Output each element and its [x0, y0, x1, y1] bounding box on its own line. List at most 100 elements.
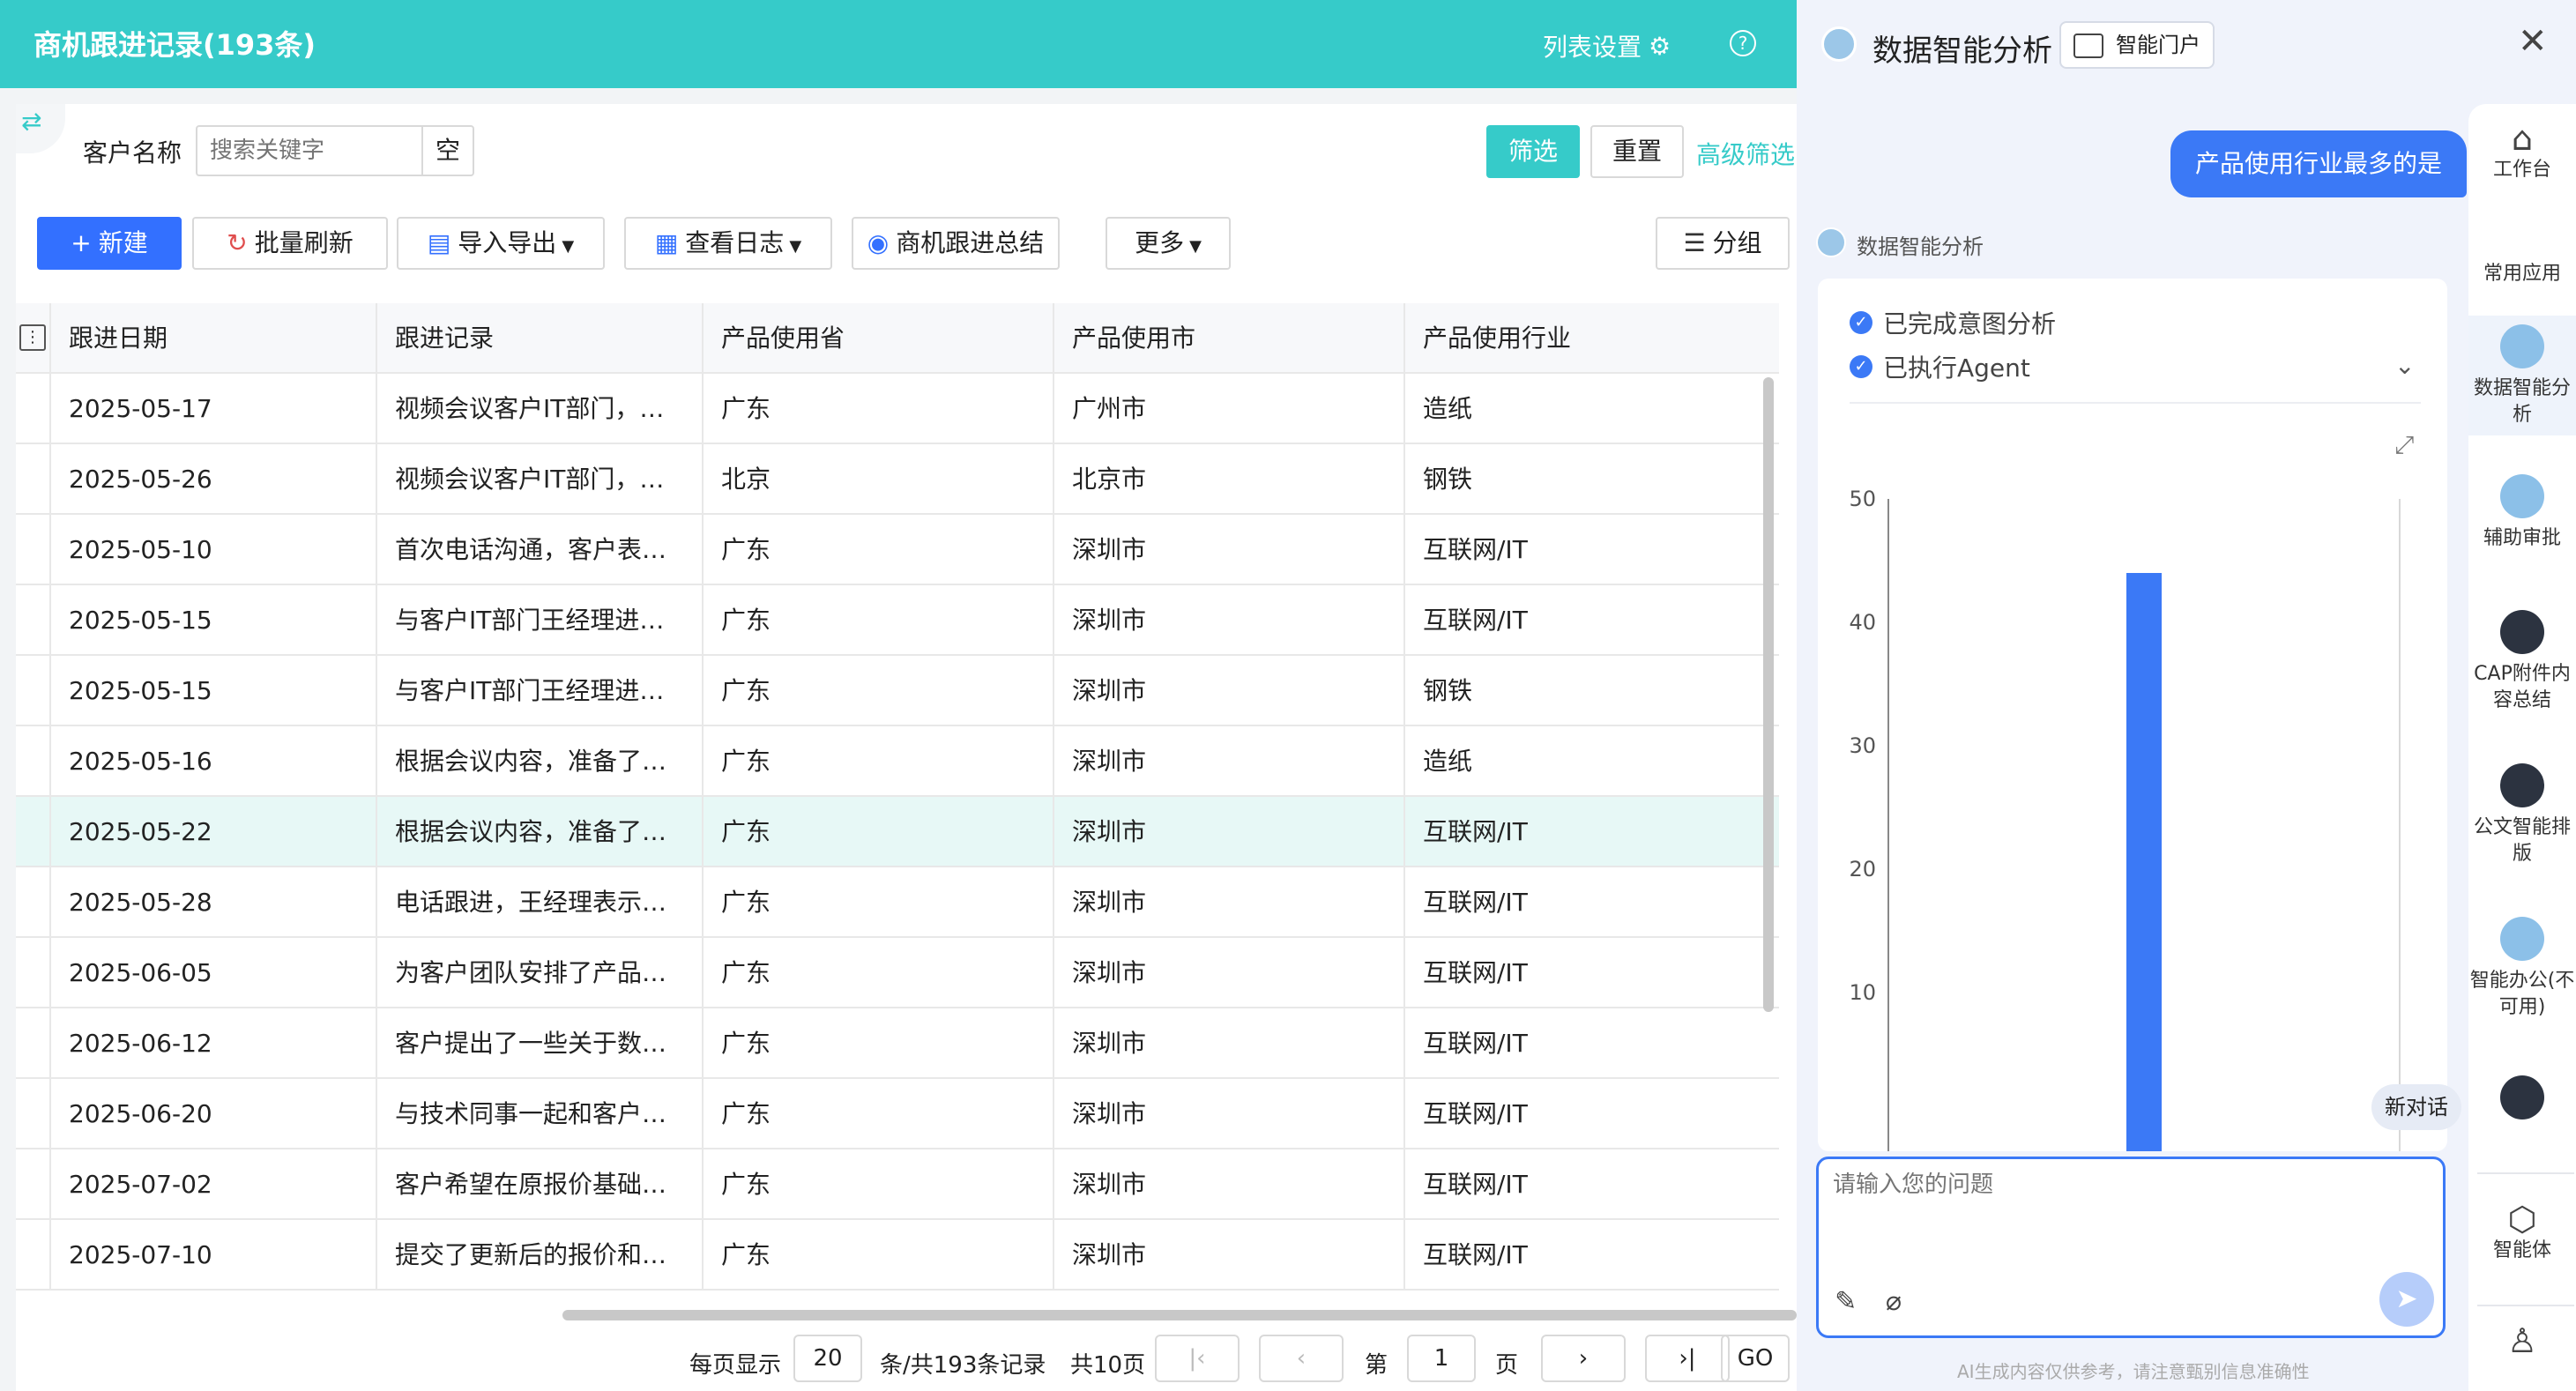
- advanced-filter-link[interactable]: 高级筛选: [1696, 136, 1795, 171]
- approval-avatar-icon: [2500, 474, 2544, 518]
- row-gutter: [16, 1008, 51, 1079]
- switch-icon[interactable]: ⇄: [16, 104, 65, 153]
- vertical-scrollbar[interactable]: [1763, 377, 1774, 1012]
- table-cell: 广东: [704, 515, 1054, 585]
- row-gutter: [16, 1220, 51, 1291]
- table-row[interactable]: 2025-05-16 根据会议内容，准备了… 广东 深圳市 造纸: [16, 726, 1779, 797]
- table-row[interactable]: 2025-05-10 首次电话沟通，客户表… 广东 深圳市 互联网/IT: [16, 515, 1779, 585]
- empty-toggle[interactable]: 空: [421, 125, 474, 176]
- column-settings-icon[interactable]: ⋮: [19, 324, 46, 351]
- bar[interactable]: [2126, 573, 2162, 1151]
- new-button[interactable]: + 新建: [37, 217, 182, 270]
- column-header[interactable]: 产品使用行业: [1405, 303, 1779, 374]
- table-cell: 互联网/IT: [1423, 888, 1528, 917]
- rail-assist-approval[interactable]: 辅助审批: [2468, 474, 2576, 552]
- total-pages-label: 共10页: [1070, 1352, 1146, 1379]
- table-cell: 根据会议内容，准备了…: [377, 797, 704, 867]
- more-button[interactable]: 更多 ▼: [1106, 217, 1231, 270]
- rail-agent[interactable]: ⬡ 智能体: [2468, 1202, 2576, 1264]
- bot-avatar: [1816, 227, 1846, 257]
- import-export-button[interactable]: ▤ 导入导出 ▼: [397, 217, 605, 270]
- table-row[interactable]: 2025-05-22 根据会议内容，准备了… 广东 深圳市 互联网/IT: [16, 797, 1779, 867]
- table-row[interactable]: 2025-06-20 与技术同事一起和客户… 广东 深圳市 互联网/IT: [16, 1079, 1779, 1149]
- row-gutter: [16, 1079, 51, 1149]
- app-rail: ⌂ 工作台 常用应用 数据智能分析 辅助审批 CAP附件内容总结 公文智能排版: [2468, 104, 2576, 1391]
- row-gutter: [16, 374, 51, 444]
- rail-user[interactable]: ♙: [2468, 1321, 2576, 1360]
- horizontal-scrollbar[interactable]: [562, 1310, 1797, 1320]
- table-cell: 深圳市: [1054, 585, 1405, 656]
- magic-wand-icon[interactable]: ✎: [1835, 1286, 1857, 1317]
- column-header[interactable]: 产品使用市: [1054, 303, 1405, 374]
- portal-button[interactable]: 智能门户: [2059, 21, 2215, 69]
- table-cell: 客户希望在原报价基础…: [377, 1149, 704, 1220]
- table-cell: 广东: [704, 938, 1054, 1008]
- prev-page-button[interactable]: ‹: [1259, 1335, 1344, 1382]
- table-row[interactable]: 2025-05-15 与客户IT部门王经理进… 广东 深圳市 互联网/IT: [16, 585, 1779, 656]
- rail-more-app[interactable]: [2468, 1075, 2576, 1127]
- column-header[interactable]: 跟进日期: [51, 303, 377, 374]
- next-page-button[interactable]: ›: [1541, 1335, 1626, 1382]
- user-message: 产品使用行业最多的是: [2170, 130, 2467, 197]
- table-row[interactable]: 2025-05-26 视频会议客户IT部门，… 北京 北京市 钢铁: [16, 444, 1779, 515]
- rail-data-analysis[interactable]: 数据智能分析: [2468, 316, 2576, 435]
- menu-icon: ☰: [1683, 228, 1706, 257]
- table-row[interactable]: 2025-07-02 客户希望在原报价基础… 广东 深圳市 互联网/IT: [16, 1149, 1779, 1220]
- rail-cap-summary-label: CAP附件内容总结: [2474, 663, 2571, 711]
- chevron-down-icon[interactable]: ⌄: [2394, 351, 2415, 380]
- table-cell: 视频会议客户IT部门，…: [377, 444, 704, 515]
- per-page-input[interactable]: 20: [793, 1335, 862, 1382]
- rail-cap-summary[interactable]: CAP附件内容总结: [2468, 610, 2576, 714]
- caret-down-icon: ▼: [1189, 237, 1202, 256]
- last-page-button[interactable]: ›|: [1645, 1335, 1730, 1382]
- table-row[interactable]: 2025-07-10 提交了更新后的报价和… 广东 深圳市 互联网/IT: [16, 1220, 1779, 1291]
- table-row[interactable]: 2025-05-15 与客户IT部门王经理进… 广东 深圳市 钢铁: [16, 656, 1779, 726]
- y-tick-label: 10: [1849, 980, 1876, 1005]
- table-cell: 北京: [704, 444, 1054, 515]
- row-gutter: [16, 1149, 51, 1220]
- expand-icon[interactable]: ⤢: [2394, 430, 2414, 460]
- help-icon[interactable]: ?: [1730, 30, 1756, 56]
- filter-button[interactable]: 筛选: [1486, 125, 1580, 178]
- column-header[interactable]: 跟进记录: [377, 303, 704, 374]
- search-input[interactable]: [196, 125, 423, 176]
- table-cell: 广东: [704, 1149, 1054, 1220]
- close-icon[interactable]: ✕: [2518, 21, 2548, 62]
- reset-button[interactable]: 重置: [1590, 125, 1684, 178]
- column-header[interactable]: 产品使用省: [704, 303, 1054, 374]
- batch-refresh-button[interactable]: ↻ 批量刷新: [192, 217, 388, 270]
- table-row[interactable]: 2025-05-17 视频会议客户IT部门，… 广东 广州市 造纸: [16, 374, 1779, 444]
- go-button[interactable]: GO: [1721, 1335, 1790, 1382]
- portal-label: 智能门户: [2116, 33, 2200, 57]
- plus-icon: +: [71, 228, 92, 257]
- new-chat-button[interactable]: 新对话: [2371, 1084, 2461, 1130]
- table-cell: 互联网/IT: [1423, 1099, 1528, 1128]
- page-input[interactable]: 1: [1407, 1335, 1476, 1382]
- group-button[interactable]: ☰ 分组: [1656, 217, 1790, 270]
- table-cell: 钢铁: [1423, 465, 1473, 494]
- summary-button[interactable]: ◉ 商机跟进总结: [852, 217, 1060, 270]
- divider: [1850, 402, 2421, 404]
- table-row[interactable]: 2025-06-05 为客户团队安排了产品… 广东 深圳市 互联网/IT: [16, 938, 1779, 1008]
- rail-doc-layout[interactable]: 公文智能排版: [2468, 763, 2576, 867]
- page-title: 商机跟进记录(193条): [34, 28, 316, 62]
- cap-avatar-icon: [2500, 610, 2544, 654]
- new-label: 新建: [98, 228, 148, 257]
- send-button[interactable]: ➤: [2379, 1272, 2434, 1327]
- list-settings-button[interactable]: 列表设置 ⚙: [1543, 28, 1671, 63]
- attachment-icon[interactable]: ⌀: [1886, 1286, 1902, 1317]
- app-root: 商机跟进记录(193条) 列表设置 ⚙ ? ⇄ 客户名称 空 筛选 重置 高级筛…: [0, 0, 2576, 1391]
- question-input[interactable]: [1833, 1172, 2362, 1198]
- rail-workbench[interactable]: ⌂ 工作台: [2468, 122, 2576, 183]
- table-row[interactable]: 2025-05-28 电话跟进，王经理表示… 广东 深圳市 互联网/IT: [16, 867, 1779, 938]
- more-label: 更多: [1135, 228, 1185, 257]
- row-gutter: [16, 938, 51, 1008]
- table-cell: 深圳市: [1054, 1149, 1405, 1220]
- table-cell: 互联网/IT: [1423, 1240, 1528, 1269]
- user-icon: ♙: [2506, 1321, 2538, 1360]
- view-log-button[interactable]: ▦ 查看日志 ▼: [624, 217, 832, 270]
- table-row[interactable]: 2025-06-12 客户提出了一些关于数… 广东 深圳市 互联网/IT: [16, 1008, 1779, 1079]
- bot-name: 数据智能分析: [1857, 234, 1984, 259]
- first-page-button[interactable]: |‹: [1155, 1335, 1240, 1382]
- rail-smart-office[interactable]: 智能办公(不可用): [2468, 917, 2576, 1021]
